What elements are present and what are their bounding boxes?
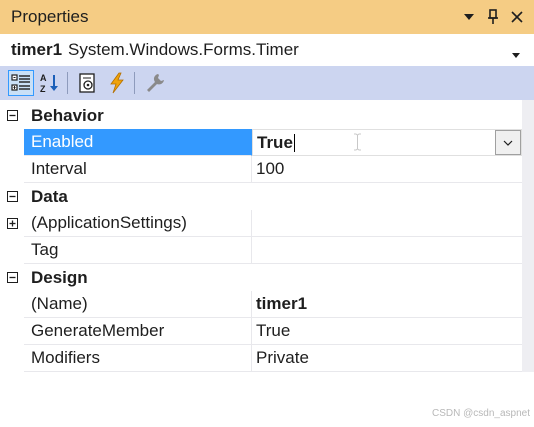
title-bar: Properties <box>0 0 534 34</box>
svg-text:A: A <box>40 73 47 83</box>
property-value[interactable] <box>252 237 522 264</box>
property-name[interactable]: Modifiers <box>24 345 252 372</box>
property-name[interactable]: Enabled <box>24 129 252 156</box>
property-name[interactable]: (ApplicationSettings) <box>24 210 252 237</box>
row-gutter <box>0 291 24 318</box>
properties-icon[interactable] <box>75 70 101 96</box>
property-name[interactable]: (Name) <box>24 291 252 318</box>
close-icon[interactable] <box>506 6 528 28</box>
property-value[interactable]: Private <box>252 345 522 372</box>
category-label: Behavior <box>31 105 104 125</box>
property-value[interactable]: timer1 <box>252 291 522 318</box>
object-type: System.Windows.Forms.Timer <box>68 40 299 59</box>
toolbar-separator <box>134 72 135 94</box>
row-gutter <box>0 318 24 345</box>
object-name: timer1 <box>11 40 63 59</box>
property-row-enabled[interactable]: Enabled True <box>0 129 522 156</box>
property-row-applicationsettings[interactable]: (ApplicationSettings) <box>0 210 522 237</box>
row-gutter <box>0 129 24 156</box>
property-row-modifiers[interactable]: Modifiers Private <box>0 345 522 372</box>
toolbar-separator <box>67 72 68 94</box>
row-gutter <box>0 156 24 183</box>
property-grid: Behavior Enabled True Interval 100 Data … <box>0 102 522 372</box>
ibeam-cursor-icon <box>353 133 362 156</box>
pin-icon[interactable] <box>482 6 504 28</box>
property-value[interactable] <box>252 210 522 237</box>
svg-text:Z: Z <box>40 84 46 94</box>
collapse-icon[interactable] <box>0 102 24 129</box>
row-gutter <box>0 237 24 264</box>
chevron-down-icon[interactable] <box>512 46 520 64</box>
alphabetical-icon[interactable]: A Z <box>37 70 63 96</box>
property-row-name[interactable]: (Name) timer1 <box>0 291 522 318</box>
events-icon[interactable] <box>104 70 130 96</box>
property-value: True <box>257 132 293 152</box>
category-data[interactable]: Data <box>0 183 522 210</box>
category-label: Data <box>31 186 68 206</box>
properties-window: Properties timer1 System.Windows.Forms.T… <box>0 0 534 427</box>
property-value[interactable]: True <box>252 318 522 345</box>
property-pages-icon[interactable] <box>142 70 168 96</box>
title-bar-buttons <box>458 6 528 28</box>
window-title: Properties <box>11 7 89 26</box>
collapse-icon[interactable] <box>0 264 24 291</box>
category-label: Design <box>31 267 88 287</box>
property-name[interactable]: GenerateMember <box>24 318 252 345</box>
value-dropdown-button[interactable] <box>495 130 521 155</box>
collapse-icon[interactable] <box>0 183 24 210</box>
window-position-dropdown-icon[interactable] <box>458 6 480 28</box>
row-gutter <box>0 345 24 372</box>
watermark: CSDN @csdn_aspnet <box>432 408 530 419</box>
chevron-down-icon <box>503 140 513 146</box>
property-row-generatemember[interactable]: GenerateMember True <box>0 318 522 345</box>
categorized-icon[interactable] <box>8 70 34 96</box>
category-behavior[interactable]: Behavior <box>0 102 522 129</box>
property-row-interval[interactable]: Interval 100 <box>0 156 522 183</box>
property-value-editor[interactable]: True <box>252 129 522 156</box>
category-design[interactable]: Design <box>0 264 522 291</box>
text-caret <box>293 133 295 152</box>
property-value[interactable]: 100 <box>252 156 522 183</box>
property-row-tag[interactable]: Tag <box>0 237 522 264</box>
property-toolbar: A Z <box>0 66 534 100</box>
expand-icon[interactable] <box>0 210 24 237</box>
object-selector[interactable]: timer1 System.Windows.Forms.Timer <box>0 34 534 66</box>
property-name[interactable]: Interval <box>24 156 252 183</box>
property-name[interactable]: Tag <box>24 237 252 264</box>
